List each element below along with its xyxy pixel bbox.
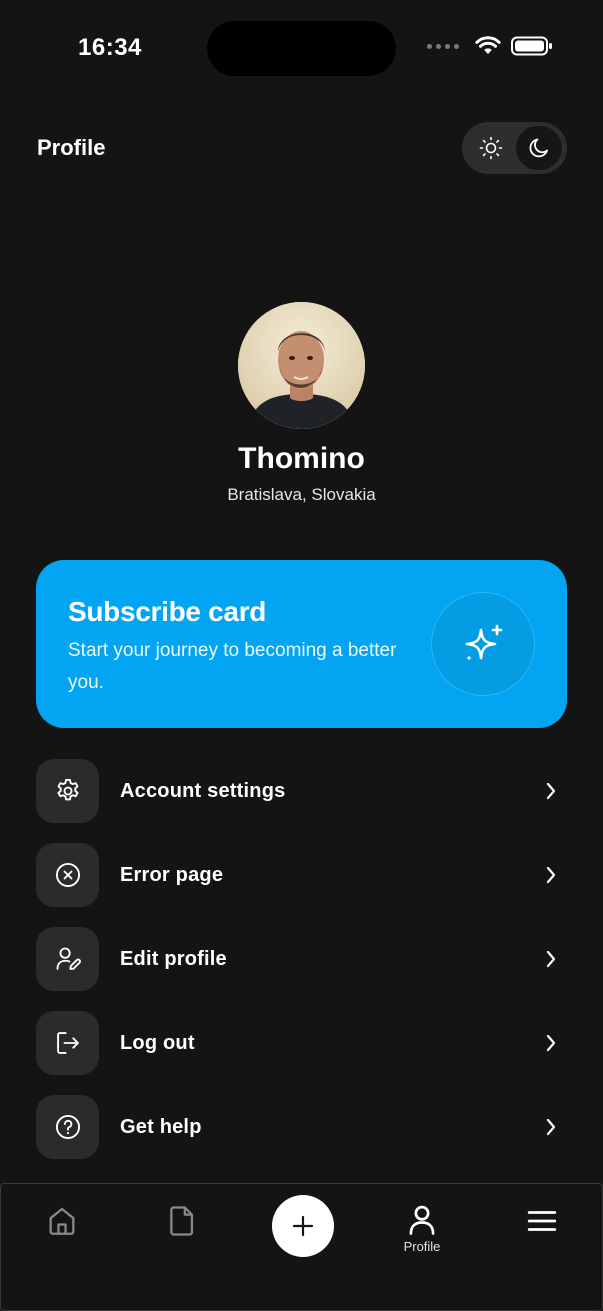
status-time: 16:34 <box>78 34 142 61</box>
theme-toggle[interactable] <box>462 122 567 174</box>
menu-item-label: Account settings <box>120 779 286 802</box>
user-name: Thomino <box>238 442 365 475</box>
chevron-right-icon <box>546 950 556 968</box>
subscribe-card-title: Subscribe card <box>68 596 267 627</box>
header: Profile <box>0 120 603 176</box>
status-indicators <box>427 36 553 56</box>
sparkle-badge <box>431 592 535 696</box>
menu-item-error-page[interactable]: Error page <box>36 843 567 907</box>
menu-item-account-settings[interactable]: Account settings <box>36 759 567 823</box>
tab-home[interactable] <box>32 1204 92 1264</box>
menu-icon-box <box>36 843 99 907</box>
chevron-right-icon <box>546 782 556 800</box>
tab-bar: Profile <box>0 1183 603 1311</box>
menu-icon <box>527 1211 557 1231</box>
menu-item-label: Get help <box>120 1115 202 1138</box>
chevron-right-icon <box>546 1118 556 1136</box>
avatar-photo <box>238 302 365 429</box>
menu-item-label: Error page <box>120 863 224 886</box>
logout-icon <box>56 1032 79 1054</box>
menu-item-label: Edit profile <box>120 947 227 970</box>
avatar[interactable] <box>238 302 365 429</box>
wifi-icon <box>475 36 501 54</box>
subscribe-card[interactable]: Subscribe card Start your journey to bec… <box>36 560 567 728</box>
chevron-right-icon <box>546 866 556 884</box>
status-bar: 16:34 <box>0 0 603 96</box>
menu-item-log-out[interactable]: Log out <box>36 1011 567 1075</box>
page-title: Profile <box>37 135 106 160</box>
menu-item-get-help[interactable]: Get help <box>36 1095 567 1159</box>
menu-item-label: Log out <box>120 1031 195 1054</box>
tab-label: Profile <box>403 1239 441 1254</box>
tab-menu[interactable] <box>512 1204 572 1264</box>
settings-menu: Account settings Error page Edit profile <box>36 759 567 1179</box>
subscribe-card-description: Start your journey to becoming a better … <box>68 640 397 693</box>
plus-icon <box>292 1215 314 1237</box>
menu-icon-box <box>36 1095 99 1159</box>
chevron-right-icon <box>546 1034 556 1052</box>
cellular-signal-icon <box>427 43 459 49</box>
battery-icon <box>511 36 552 56</box>
user-edit-icon <box>56 947 81 970</box>
sun-icon <box>479 136 503 160</box>
menu-icon-box <box>36 927 99 991</box>
moon-icon <box>529 138 548 158</box>
dynamic-island <box>207 21 396 76</box>
sparkle-icon <box>465 624 503 660</box>
document-icon <box>170 1206 194 1236</box>
x-circle-icon <box>55 862 80 888</box>
menu-icon-box <box>36 759 99 823</box>
home-icon <box>49 1207 75 1235</box>
gear-icon <box>57 778 78 801</box>
user-icon <box>409 1205 435 1235</box>
tab-documents[interactable] <box>152 1204 212 1264</box>
light-mode-button[interactable] <box>468 126 514 170</box>
menu-icon-box <box>36 1011 99 1075</box>
add-button[interactable] <box>272 1195 334 1257</box>
help-circle-icon <box>55 1114 80 1140</box>
user-location: Bratislava, Slovakia <box>227 485 376 504</box>
menu-item-edit-profile[interactable]: Edit profile <box>36 927 567 991</box>
dark-mode-button[interactable] <box>516 126 562 170</box>
tab-profile[interactable]: Profile <box>392 1204 452 1264</box>
